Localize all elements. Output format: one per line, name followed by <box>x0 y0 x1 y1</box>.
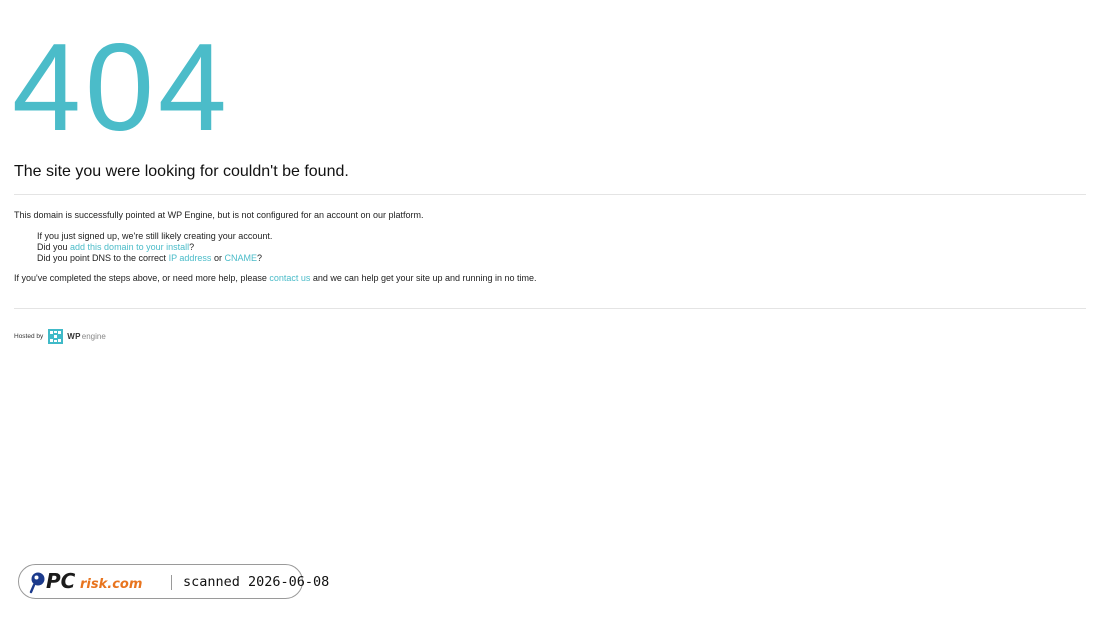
wpengine-grid-icon[interactable] <box>48 329 64 344</box>
hosted-by-label: Hosted by <box>14 333 44 340</box>
wpengine-wordmark: WP engine <box>67 332 106 341</box>
step-text: Did you point DNS to the correct <box>37 253 169 263</box>
divider-top <box>14 194 1086 195</box>
help-prefix: If you've completed the steps above, or … <box>14 273 270 283</box>
list-item: If you just signed up, we're still likel… <box>37 231 272 242</box>
svg-text:risk.com: risk.com <box>80 577 142 592</box>
page-title: The site you were looking for couldn't b… <box>14 163 349 180</box>
cname-link[interactable]: CNAME <box>224 253 257 263</box>
list-item: Did you point DNS to the correct IP addr… <box>37 253 272 264</box>
page: 404 The site you were looking for couldn… <box>0 0 1100 619</box>
step-text: If you just signed up, we're still likel… <box>37 231 273 241</box>
pcrisk-logo: PC risk.com <box>29 570 142 594</box>
error-code: 404 <box>12 19 231 157</box>
step-text: or <box>211 253 225 263</box>
step-text: ? <box>256 253 262 263</box>
stamp-divider <box>171 575 172 590</box>
scan-date-text: scanned 2026-06-08 <box>183 574 330 590</box>
help-suffix: and we can help get your site up and run… <box>310 273 537 283</box>
svg-text:PC: PC <box>46 570 76 593</box>
step-text: Did you <box>37 242 71 252</box>
ip-address-link[interactable]: IP address <box>169 253 212 263</box>
contact-us-link[interactable]: contact us <box>269 273 310 283</box>
magnifier-icon <box>29 572 45 594</box>
add-domain-link[interactable]: add this domain to your install <box>70 242 189 252</box>
hosted-by-footer: Hosted by WP engine <box>14 329 106 344</box>
steps-list: If you just signed up, we're still likel… <box>37 231 272 264</box>
intro-text: This domain is successfully pointed at W… <box>14 210 424 220</box>
scan-watermark: PC risk.com scanned 2026-06-08 <box>18 564 329 599</box>
wpengine-wp-text: WP <box>67 332 81 341</box>
wpengine-engine-text: engine <box>81 332 106 341</box>
step-text: ? <box>189 242 195 252</box>
divider-bottom <box>14 308 1086 309</box>
list-item: Did you add this domain to your install? <box>37 242 272 253</box>
help-text: If you've completed the steps above, or … <box>14 273 537 283</box>
